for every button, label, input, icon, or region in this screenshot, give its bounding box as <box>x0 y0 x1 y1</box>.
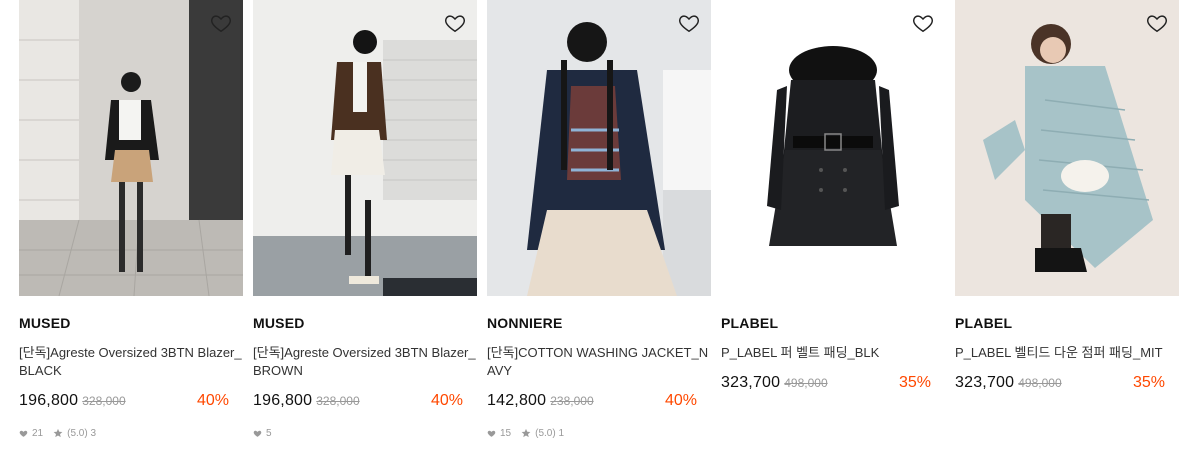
discount-rate: 40% <box>664 392 697 409</box>
product-card[interactable]: PLABEL P_LABEL 퍼 벨트 패딩_BLK 323,700 498,0… <box>721 0 945 440</box>
product-brand[interactable]: NONNIERE <box>487 314 711 332</box>
original-price: 238,000 <box>550 394 594 408</box>
heart-filled-icon <box>253 430 262 437</box>
product-image[interactable] <box>721 0 945 296</box>
product-meta: 5 <box>253 426 477 440</box>
product-title[interactable]: P_LABEL 퍼 벨트 패딩_BLK <box>721 344 945 362</box>
product-title[interactable]: [단독]Agreste Oversized 3BTN Blazer_BLACK <box>19 344 243 380</box>
discount-rate: 35% <box>898 374 931 391</box>
rating: (5.0) 1 <box>521 428 564 439</box>
product-photo <box>955 0 1179 296</box>
product-brand[interactable]: MUSED <box>253 314 477 332</box>
sale-price: 323,700 <box>721 374 781 391</box>
wishlist-heart-icon[interactable] <box>444 12 466 34</box>
wishlist-heart-icon[interactable] <box>1146 12 1168 34</box>
product-title[interactable]: [단독]Agreste Oversized 3BTN Blazer_BROWN <box>253 344 477 380</box>
rating-value: (5.0) <box>535 427 556 439</box>
product-photo <box>721 0 945 296</box>
product-title[interactable]: [단독]COTTON WASHING JACKET_NAVY <box>487 344 711 380</box>
wishlist-heart-icon[interactable] <box>912 12 934 34</box>
review-count: 1 <box>558 427 565 439</box>
product-image[interactable] <box>253 0 477 296</box>
sale-price: 323,700 <box>955 374 1015 391</box>
sale-price: 142,800 <box>487 392 547 409</box>
product-grid: MUSED [단독]Agreste Oversized 3BTN Blazer_… <box>19 0 1179 440</box>
product-photo <box>253 0 477 296</box>
discount-rate: 40% <box>196 392 229 409</box>
heart-filled-icon <box>487 430 496 437</box>
product-image[interactable] <box>487 0 711 296</box>
original-price: 498,000 <box>1018 376 1062 390</box>
product-brand[interactable]: MUSED <box>19 314 243 332</box>
discount-rate: 40% <box>430 392 463 409</box>
product-meta: 21 (5.0) 3 <box>19 426 243 440</box>
price-row: 323,700 498,000 35% <box>721 374 945 396</box>
discount-rate: 35% <box>1132 374 1165 391</box>
review-count: 3 <box>90 427 97 439</box>
original-price: 328,000 <box>316 394 360 408</box>
product-meta: 15 (5.0) 1 <box>487 426 711 440</box>
like-count-value: 15 <box>500 427 512 439</box>
star-icon <box>53 428 63 438</box>
original-price: 498,000 <box>784 376 828 390</box>
like-count: 15 <box>487 428 511 439</box>
like-count: 5 <box>253 428 272 439</box>
original-price: 328,000 <box>82 394 126 408</box>
product-photo <box>487 0 711 296</box>
sale-price: 196,800 <box>253 392 313 409</box>
heart-filled-icon <box>19 430 28 437</box>
price-row: 142,800 238,000 40% <box>487 392 711 414</box>
product-brand[interactable]: PLABEL <box>721 314 945 332</box>
product-title[interactable]: P_LABEL 벨티드 다운 점퍼 패딩_MIT <box>955 344 1179 362</box>
price-row: 196,800 328,000 40% <box>253 392 477 414</box>
star-icon <box>521 428 531 438</box>
product-card[interactable]: PLABEL P_LABEL 벨티드 다운 점퍼 패딩_MIT 323,700 … <box>955 0 1179 440</box>
like-count-value: 21 <box>32 427 44 439</box>
wishlist-heart-icon[interactable] <box>678 12 700 34</box>
rating-value: (5.0) <box>67 427 88 439</box>
product-image[interactable] <box>19 0 243 296</box>
product-card[interactable]: MUSED [단독]Agreste Oversized 3BTN Blazer_… <box>253 0 477 440</box>
product-brand[interactable]: PLABEL <box>955 314 1179 332</box>
rating: (5.0) 3 <box>53 428 96 439</box>
sale-price: 196,800 <box>19 392 79 409</box>
product-card[interactable]: NONNIERE [단독]COTTON WASHING JACKET_NAVY … <box>487 0 711 440</box>
price-row: 323,700 498,000 35% <box>955 374 1179 396</box>
price-row: 196,800 328,000 40% <box>19 392 243 414</box>
product-card[interactable]: MUSED [단독]Agreste Oversized 3BTN Blazer_… <box>19 0 243 440</box>
like-count: 21 <box>19 428 43 439</box>
like-count-value: 5 <box>266 427 272 439</box>
product-image[interactable] <box>955 0 1179 296</box>
product-photo <box>19 0 243 296</box>
wishlist-heart-icon[interactable] <box>210 12 232 34</box>
